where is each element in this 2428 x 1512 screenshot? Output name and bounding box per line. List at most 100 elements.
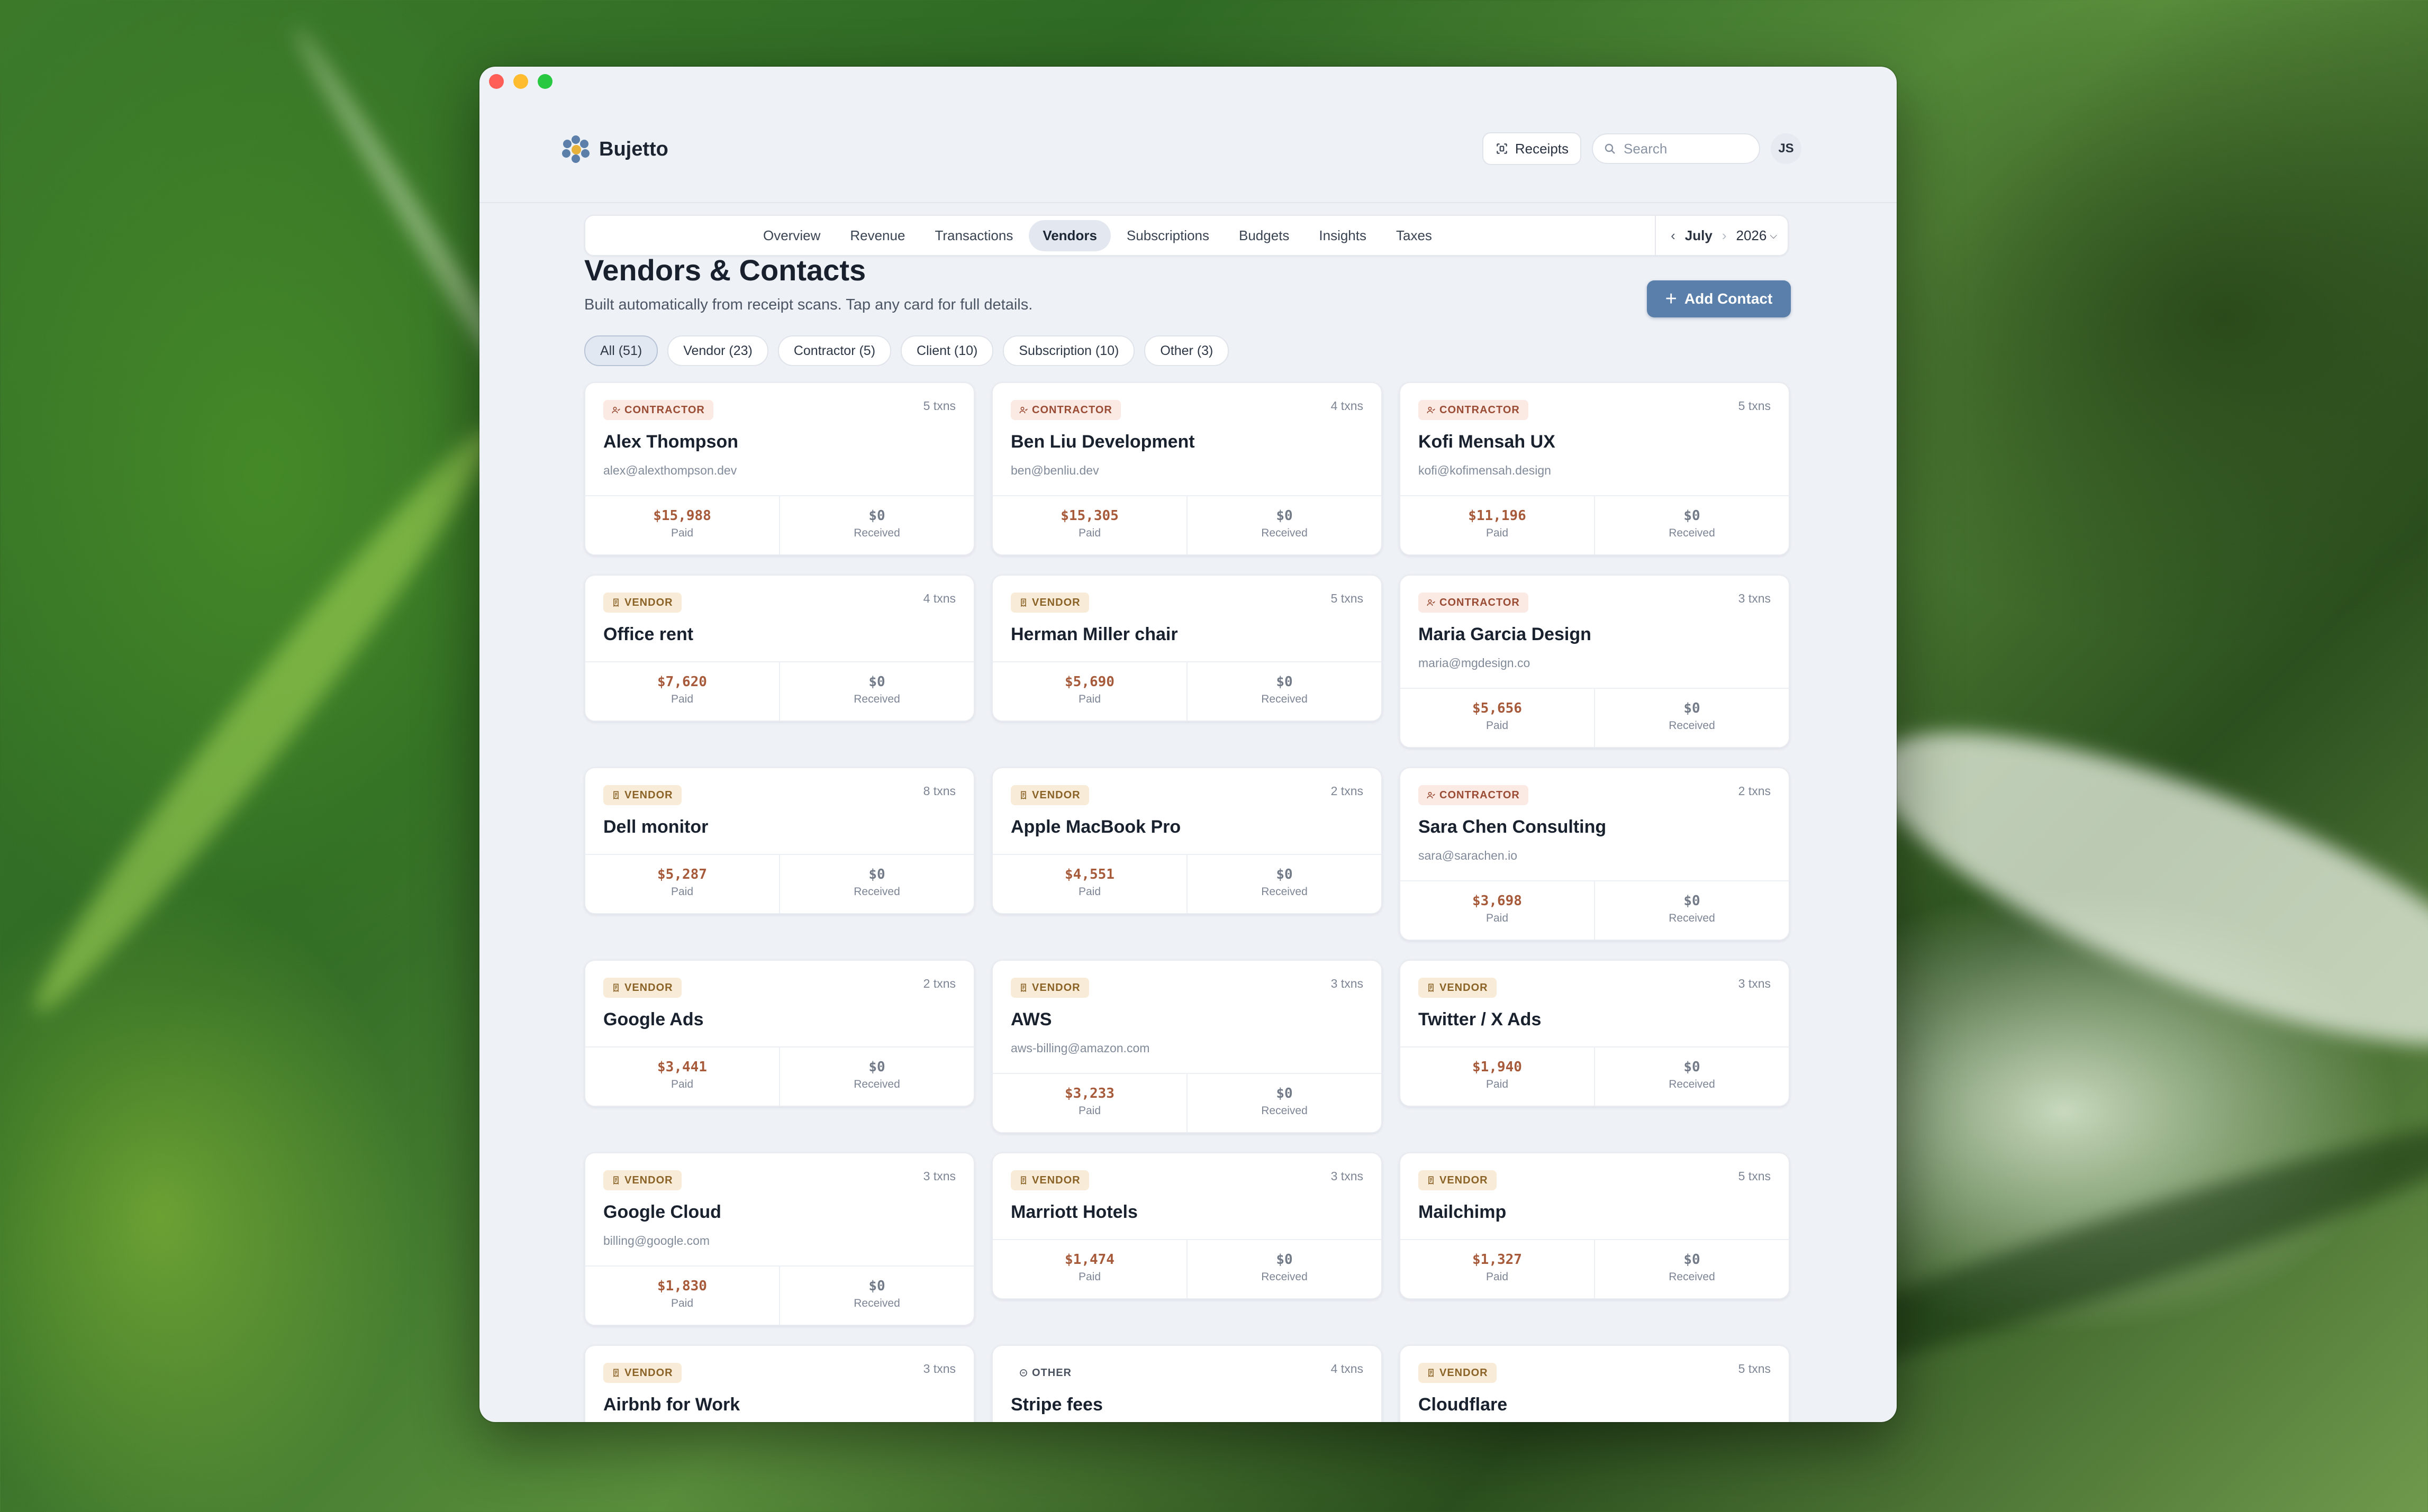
card-stats: $3,441 Paid $0 Received (585, 1046, 974, 1106)
receipt-icon (1019, 983, 1028, 992)
paid-stat: $3,698 Paid (1400, 881, 1594, 940)
tab-overview[interactable]: Overview (749, 220, 834, 251)
contact-card[interactable]: CONTRACTOR 2 txns Sara Chen Consulting sara… (1399, 767, 1790, 941)
chevron-left-icon[interactable]: ‹ (1671, 227, 1675, 244)
paid-label: Paid (1078, 886, 1101, 898)
type-badge: CONTRACTOR (1418, 785, 1528, 805)
paid-label: Paid (1485, 1271, 1509, 1283)
paid-amount: $7,620 (657, 674, 707, 690)
add-contact-button[interactable]: + Add Contact (1647, 280, 1791, 317)
type-label: VENDOR (1439, 1367, 1488, 1379)
period-month[interactable]: July (1685, 227, 1713, 244)
person-icon (612, 406, 620, 414)
received-amount: $0 (868, 1059, 885, 1075)
contact-card[interactable]: VENDOR 3 txns Twitter / X Ads $1,940 Paid $0 R… (1399, 960, 1790, 1107)
contact-card[interactable]: VENDOR 3 txns Google Cloud billing@google.c… (584, 1152, 975, 1326)
tab-taxes[interactable]: Taxes (1382, 220, 1446, 251)
filter-all[interactable]: All (51) (584, 335, 658, 366)
contact-card[interactable]: CONTRACTOR 5 txns Alex Thompson alex@alexth… (584, 382, 975, 555)
received-label: Received (1261, 693, 1308, 705)
received-amount: $0 (1683, 893, 1700, 909)
contact-card[interactable]: VENDOR 3 txns AWS aws-billing@amazon.com $3,… (992, 960, 1382, 1133)
contact-card[interactable]: VENDOR 4 txns Office rent $7,620 Paid $0 Recei… (584, 575, 975, 722)
tab-budgets[interactable]: Budgets (1225, 220, 1303, 251)
minimize-window-button[interactable] (513, 74, 528, 89)
transaction-count: 5 txns (923, 399, 956, 413)
paid-label: Paid (671, 1078, 694, 1090)
filter-chips: All (51) Vendor (23) Contractor (5) Clie… (584, 335, 1229, 366)
received-amount: $0 (1276, 867, 1293, 882)
search-input[interactable] (1623, 140, 1741, 158)
contact-card[interactable]: VENDOR3 txnsAirbnb for WorkPaidReceived (584, 1345, 975, 1422)
contact-card[interactable]: VENDOR 8 txns Dell monitor $5,287 Paid $0 Rece… (584, 767, 975, 914)
contact-card[interactable]: CONTRACTOR 5 txns Kofi Mensah UX kofi@kofim… (1399, 382, 1790, 555)
tab-insights[interactable]: Insights (1305, 220, 1380, 251)
contact-card[interactable]: OTHER4 txnsStripe feesPaidReceived (992, 1345, 1382, 1422)
card-stats: $5,690 Paid $0 Received (993, 661, 1381, 721)
contact-card[interactable]: CONTRACTOR 4 txns Ben Liu Development ben@b… (992, 382, 1382, 555)
contact-card[interactable]: VENDOR 3 txns Marriott Hotels $1,474 Paid $0 R… (992, 1152, 1382, 1299)
tab-vendors[interactable]: Vendors (1029, 220, 1111, 251)
paid-stat: $5,287 Paid (585, 855, 779, 913)
logo-icon (562, 135, 590, 163)
type-label: VENDOR (1032, 1174, 1081, 1186)
transaction-count: 5 txns (1738, 399, 1771, 413)
user-avatar[interactable]: JS (1771, 133, 1801, 164)
filter-contractor[interactable]: Contractor (5) (777, 335, 892, 366)
filter-client[interactable]: Client (10) (901, 335, 994, 366)
paid-stat: $5,656 Paid (1400, 689, 1594, 747)
search-field[interactable] (1592, 133, 1760, 164)
received-stat: $0 Received (1594, 1048, 1789, 1106)
filter-other[interactable]: Other (3) (1144, 335, 1229, 366)
paid-label: Paid (671, 527, 694, 539)
type-label: OTHER (1032, 1367, 1072, 1379)
filter-subscription[interactable]: Subscription (10) (1003, 335, 1135, 366)
chevron-down-icon[interactable]: ⌵ (1770, 230, 1777, 241)
receipt-icon (612, 983, 620, 992)
contact-card[interactable]: VENDOR 2 txns Apple MacBook Pro $4,551 Paid $… (992, 767, 1382, 914)
contact-card[interactable]: VENDOR5 txnsCloudflarePaidReceived (1399, 1345, 1790, 1422)
window-controls (489, 74, 552, 89)
paid-label: Paid (1078, 693, 1101, 705)
brand[interactable]: Bujetto (562, 135, 668, 163)
received-amount: $0 (1276, 1086, 1293, 1101)
contact-name: Sara Chen Consulting (1418, 817, 1607, 837)
contact-card[interactable]: VENDOR 5 txns Herman Miller chair $5,690 Pai… (992, 575, 1382, 722)
filter-vendor[interactable]: Vendor (23) (667, 335, 768, 366)
close-window-button[interactable] (489, 74, 504, 89)
paid-amount: $1,327 (1472, 1252, 1522, 1268)
zoom-window-button[interactable] (538, 74, 552, 89)
period-selector: ‹ July › 2026 ⌵ (1655, 216, 1777, 255)
transaction-count: 4 txns (1330, 1362, 1363, 1376)
contact-card[interactable]: VENDOR 5 txns Mailchimp $1,327 Paid $0 Receive… (1399, 1152, 1790, 1299)
contact-card[interactable]: CONTRACTOR 3 txns Maria Garcia Design maria… (1399, 575, 1790, 748)
tab-subscriptions[interactable]: Subscriptions (1113, 220, 1223, 251)
card-stats: $1,830 Paid $0 Received (585, 1265, 974, 1325)
paid-label: Paid (671, 1297, 694, 1309)
type-badge: CONTRACTOR (603, 400, 713, 420)
type-label: VENDOR (624, 1367, 673, 1379)
period-year[interactable]: 2026 (1736, 227, 1767, 244)
type-label: VENDOR (1032, 981, 1081, 994)
type-badge: VENDOR (1011, 978, 1089, 998)
contact-name: Twitter / X Ads (1418, 1009, 1542, 1030)
scan-icon (1497, 143, 1507, 154)
card-stats: $4,551 Paid $0 Received (993, 854, 1381, 913)
type-label: CONTRACTOR (1439, 596, 1520, 608)
contact-email: ben@benliu.dev (1011, 463, 1099, 477)
received-stat: $0 Received (1186, 662, 1381, 721)
contact-card[interactable]: VENDOR 2 txns Google Ads $3,441 Paid $0 Receiv… (584, 960, 975, 1107)
card-stats: $5,287 Paid $0 Received (585, 854, 974, 913)
transaction-count: 3 txns (1738, 977, 1771, 990)
type-label: VENDOR (624, 981, 673, 994)
chevron-right-icon[interactable]: › (1722, 227, 1727, 244)
contact-name: Apple MacBook Pro (1011, 817, 1181, 837)
received-stat: $0 Received (779, 1267, 974, 1325)
paid-stat: $1,940 Paid (1400, 1048, 1594, 1106)
type-badge: CONTRACTOR (1418, 400, 1528, 420)
receipts-button[interactable]: Receipts (1482, 132, 1581, 165)
tab-transactions[interactable]: Transactions (921, 220, 1027, 251)
tab-revenue[interactable]: Revenue (836, 220, 919, 251)
type-badge: VENDOR (1011, 785, 1089, 805)
main-nav: Overview Revenue Transactions Vendors Su… (584, 215, 1789, 256)
